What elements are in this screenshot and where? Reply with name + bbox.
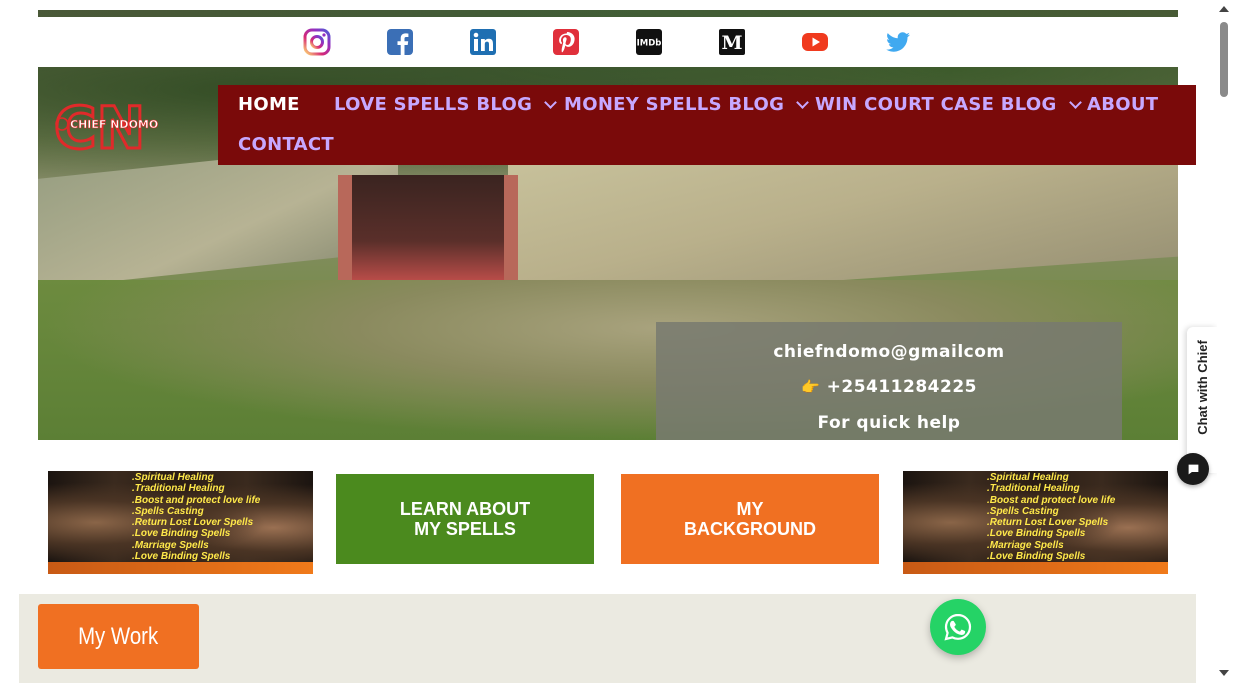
logo-text: CHIEF NDOMO (70, 118, 158, 131)
nav-item-love-spells-blog[interactable]: LOVE SPELLS BLOG (334, 94, 558, 115)
instagram-icon[interactable] (303, 28, 331, 56)
chat-bubble-icon (1188, 464, 1198, 474)
service-item: .Spells Casting (132, 505, 204, 517)
pointing-hand-icon: 👉 (801, 378, 821, 396)
nav-item-money-spells-blog[interactable]: MONEY SPELLS BLOG (564, 94, 810, 115)
imdb-icon[interactable]: IMDb (635, 28, 663, 56)
chat-open-button[interactable] (1177, 453, 1209, 485)
nav-item-label: LOVE SPELLS BLOG (334, 94, 533, 115)
banner-stripe (903, 562, 1168, 574)
chevron-down-icon (1068, 95, 1082, 109)
page: chiefndomo@gmailcom 👉 +25411284225 For q… (0, 0, 1233, 683)
service-item: .Love Binding Spells (987, 551, 1086, 563)
banner-stripe (48, 562, 313, 574)
cta-line: BACKGROUND (684, 519, 816, 539)
linkedin-icon[interactable] (469, 28, 497, 56)
learn-about-spells-button[interactable]: LEARN ABOUT MY SPELLS (336, 474, 594, 564)
cta-line: MY SPELLS (414, 519, 516, 539)
whatsapp-icon (944, 613, 972, 641)
service-item: .Marriage Spells (987, 539, 1064, 551)
services-banner-right[interactable]: .Spiritual Healing .Traditional Healing … (903, 471, 1168, 574)
services-list: .Spiritual Healing .Traditional Healing … (987, 472, 1115, 562)
youtube-icon[interactable] (801, 28, 829, 56)
service-item: .Love Binding Spells (132, 551, 231, 563)
cta-line: MY (736, 499, 764, 519)
site-logo[interactable]: CN CHIEF NDOMO (53, 93, 164, 164)
service-item: .Love Binding Spells (987, 528, 1086, 540)
whatsapp-button[interactable] (930, 599, 986, 655)
service-item: .Marriage Spells (132, 539, 209, 551)
service-item: .Return Lost Lover Spells (987, 517, 1109, 529)
main-nav: HOME LOVE SPELLS BLOG MONEY SPELLS BLOG … (218, 85, 1196, 165)
nav-item-about[interactable]: ABOUT (1087, 94, 1158, 115)
medium-icon[interactable]: M (718, 28, 746, 56)
service-item: .Spells Casting (987, 505, 1059, 517)
scroll-thumb[interactable] (1220, 22, 1228, 97)
nav-item-label: HOME (238, 94, 300, 115)
medium-label: M (721, 32, 742, 54)
nav-item-contact[interactable]: CONTACT (238, 134, 334, 155)
chat-tab-label: Chat with Chief (1194, 339, 1210, 435)
hero-phone-line: 👉 +25411284225 (656, 377, 1122, 397)
scroll-up-arrow-icon[interactable] (1219, 6, 1229, 12)
hero-doorway (338, 175, 518, 285)
chevron-down-icon (796, 95, 810, 109)
service-item: .Return Lost Lover Spells (132, 517, 254, 529)
twitter-icon[interactable] (884, 28, 912, 56)
chevron-down-icon (544, 95, 558, 109)
hero-email: chiefndomo@gmailcom (773, 342, 1005, 362)
my-work-button[interactable]: My Work (38, 604, 199, 669)
services-banner-left[interactable]: .Spiritual Healing .Traditional Healing … (48, 471, 313, 574)
nav-item-label: CONTACT (238, 134, 334, 155)
scroll-down-arrow-icon[interactable] (1219, 670, 1229, 676)
chat-tab-label-wrap: Chat with Chief (1187, 327, 1217, 447)
facebook-icon[interactable] (386, 28, 414, 56)
services-list: .Spiritual Healing .Traditional Healing … (132, 472, 260, 562)
service-item: .Spiritual Healing (132, 472, 214, 483)
service-item: .Traditional Healing (987, 483, 1080, 495)
my-background-button[interactable]: MY BACKGROUND (621, 474, 879, 564)
service-item: .Boost and protect love life (132, 494, 261, 506)
nav-item-label: ABOUT (1087, 94, 1159, 115)
nav-item-win-court-case-blog[interactable]: WIN COURT CASE BLOG (815, 94, 1082, 115)
nav-item-label: WIN COURT CASE BLOG (815, 94, 1057, 115)
chat-side-tab[interactable]: Chat with Chief (1187, 327, 1217, 473)
my-work-label: My Work (78, 622, 159, 650)
hero-phone: +25411284225 (826, 377, 977, 397)
hero-help-text: For quick help (817, 413, 961, 433)
imdb-label: IMDb (637, 39, 662, 49)
hero-image: chiefndomo@gmailcom 👉 +25411284225 For q… (38, 10, 1178, 440)
pinterest-icon[interactable] (552, 28, 580, 56)
nav-item-label: MONEY SPELLS BLOG (564, 94, 785, 115)
hero-contact-box: chiefndomo@gmailcom 👉 +25411284225 For q… (656, 322, 1122, 440)
scrollbar[interactable] (1217, 0, 1233, 683)
service-item: .Spiritual Healing (987, 472, 1069, 483)
service-item: .Traditional Healing (132, 483, 225, 495)
service-item: .Love Binding Spells (132, 528, 231, 540)
nav-item-home[interactable]: HOME (238, 94, 300, 115)
social-bar: IMDb M (17, 17, 1198, 67)
cta-line: LEARN ABOUT (399, 499, 531, 519)
service-item: .Boost and protect love life (987, 494, 1116, 506)
